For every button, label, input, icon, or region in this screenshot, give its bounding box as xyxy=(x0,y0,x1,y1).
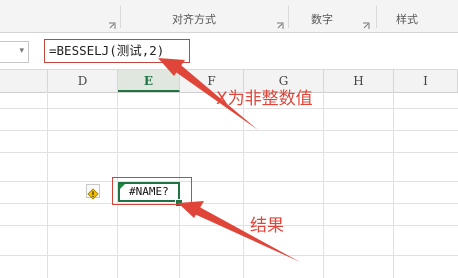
chevron-down-icon[interactable]: ▾ xyxy=(19,46,24,56)
alignment-launcher-icon[interactable] xyxy=(276,15,284,29)
column-header-e[interactable]: E xyxy=(118,70,180,92)
error-warning-button[interactable] xyxy=(86,184,100,200)
result-highlight-box xyxy=(112,177,192,205)
column-header-i[interactable]: I xyxy=(394,70,458,92)
number-launcher-icon[interactable] xyxy=(362,15,370,29)
styles-group-label: 样式 xyxy=(396,13,418,26)
alignment-group-label: 对齐方式 xyxy=(172,13,216,26)
annotation-x-not-integer: X为非整数值 xyxy=(216,89,313,109)
number-group-label: 数字 xyxy=(311,13,333,26)
warning-icon xyxy=(87,188,99,200)
column-header-c[interactable] xyxy=(0,70,48,92)
column-header-d[interactable]: D xyxy=(48,70,118,92)
column-header-h[interactable]: H xyxy=(324,70,394,92)
ribbon-group-labels: 对齐方式 数字 样式 xyxy=(0,0,458,33)
annotation-result: 结果 xyxy=(250,216,284,236)
worksheet-grid[interactable] xyxy=(0,92,458,278)
name-box[interactable]: ▾ xyxy=(0,41,29,63)
formula-input[interactable]: =BESSELJ(测试,2) xyxy=(44,39,190,63)
clipboard-launcher-icon[interactable] xyxy=(108,15,116,29)
formula-bar: ▾ =BESSELJ(测试,2) xyxy=(0,33,458,70)
